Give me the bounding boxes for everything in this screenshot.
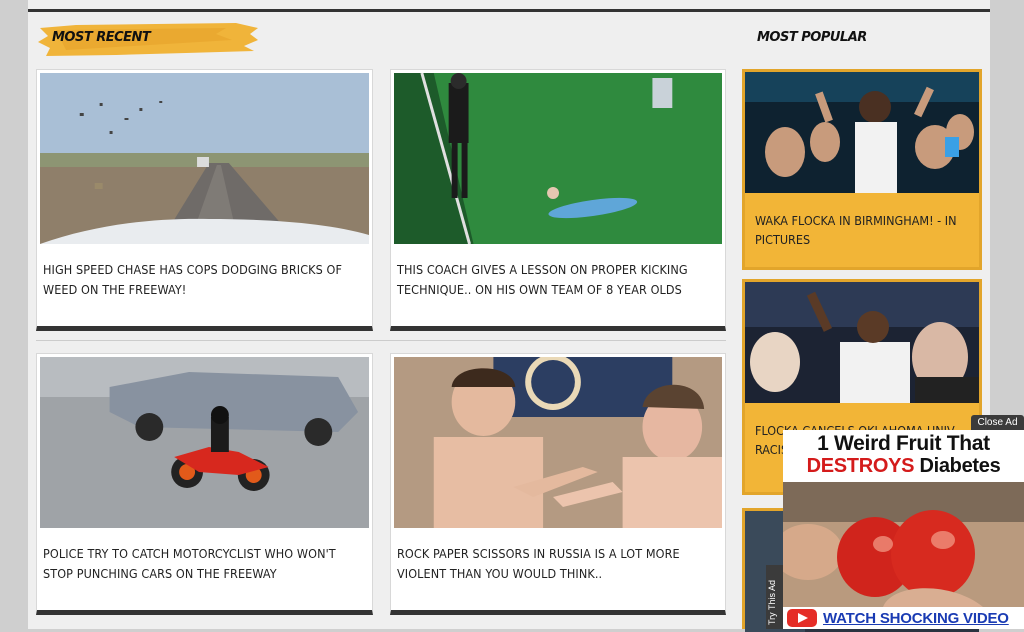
ad-side-tab[interactable]: Try This Ad <box>766 565 784 629</box>
youtube-play-icon <box>787 609 817 627</box>
article-thumbnail[interactable] <box>40 73 369 244</box>
ad-subheadline-rest: Diabetes <box>914 455 1001 477</box>
section-title-most-popular: MOST POPULAR <box>757 30 867 45</box>
ad-image[interactable] <box>783 482 1024 607</box>
article-thumbnail[interactable] <box>394 357 722 528</box>
popular-card[interactable]: WAKA FLOCKA IN BIRMINGHAM! - IN PICTURES <box>742 69 982 270</box>
top-bar <box>28 0 990 12</box>
section-title-most-recent: MOST RECENT <box>52 30 151 45</box>
close-ad-button[interactable]: Close Ad <box>971 415 1024 430</box>
popular-thumbnail[interactable] <box>745 72 979 193</box>
article-title[interactable]: THIS COACH GIVES A LESSON ON PROPER KICK… <box>397 260 717 300</box>
popular-title[interactable]: WAKA FLOCKA IN BIRMINGHAM! - IN PICTURES <box>745 193 979 259</box>
ad-highlight-word: DESTROYS <box>806 455 915 477</box>
article-card[interactable]: ROCK PAPER SCISSORS IN RUSSIA IS A LOT M… <box>390 353 726 615</box>
ad-subheadline[interactable]: DESTROYS Diabetes <box>783 455 1024 478</box>
row-divider <box>36 340 726 341</box>
article-title[interactable]: POLICE TRY TO CATCH MOTORCYCLIST WHO WON… <box>43 544 364 584</box>
advertisement[interactable]: 1 Weird Fruit That DESTROYS Diabetes WAT… <box>783 430 1024 629</box>
ad-headline[interactable]: 1 Weird Fruit That <box>783 432 1024 456</box>
article-title[interactable]: ROCK PAPER SCISSORS IN RUSSIA IS A LOT M… <box>397 544 717 584</box>
article-card[interactable]: THIS COACH GIVES A LESSON ON PROPER KICK… <box>390 69 726 331</box>
article-card[interactable]: HIGH SPEED CHASE HAS COPS DODGING BRICKS… <box>36 69 373 331</box>
ad-cta-text[interactable]: WATCH SHOCKING VIDEO <box>823 610 1009 627</box>
popular-thumbnail[interactable] <box>745 282 979 403</box>
article-card[interactable]: POLICE TRY TO CATCH MOTORCYCLIST WHO WON… <box>36 353 373 615</box>
ad-side-label: Try This Ad <box>767 579 777 625</box>
article-title[interactable]: HIGH SPEED CHASE HAS COPS DODGING BRICKS… <box>43 260 364 300</box>
article-thumbnail[interactable] <box>394 73 722 244</box>
article-thumbnail[interactable] <box>40 357 369 528</box>
ad-cta-link[interactable]: WATCH SHOCKING VIDEO <box>787 608 1023 628</box>
